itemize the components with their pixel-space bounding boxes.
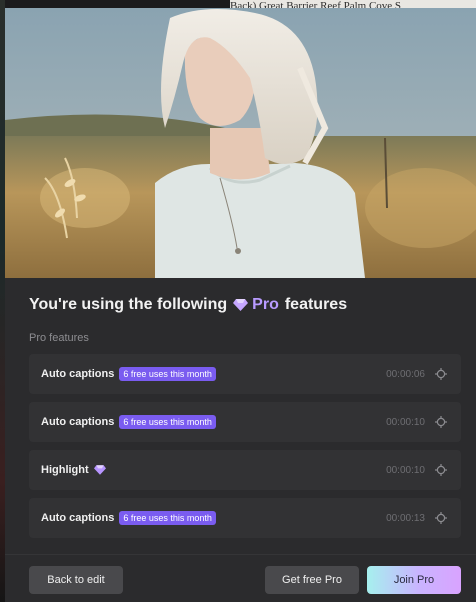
feature-label: Highlight [41,464,89,476]
feature-row: Auto captions 6 free uses this month 00:… [29,402,461,442]
join-pro-button[interactable]: Join Pro [367,566,461,594]
title-pro: Pro [252,296,279,313]
preview-image [5,8,476,278]
feature-timestamp: 00:00:06 [386,368,425,380]
dialog-title: You're using the following Pro features [29,296,347,314]
feature-row: Auto captions 6 free uses this month 00:… [29,498,461,538]
feature-label: Auto captions [41,368,115,380]
feature-timestamp: 00:00:10 [386,416,425,428]
portrait-illustration [5,8,476,278]
free-uses-badge: 6 free uses this month [119,511,216,525]
pro-features-dialog: You're using the following Pro features … [5,8,476,602]
back-to-edit-button[interactable]: Back to edit [29,566,123,594]
feature-timestamp: 00:00:10 [386,464,425,476]
get-free-pro-button[interactable]: Get free Pro [265,566,359,594]
title-suffix: features [284,296,348,313]
feature-row: Highlight 00:00:10 [29,450,461,490]
feature-row: Auto captions 6 free uses this month 00:… [29,354,461,394]
free-uses-badge: 6 free uses this month [119,367,216,381]
locate-icon[interactable] [435,416,447,428]
dialog-footer: Back to edit Get free Pro Join Pro [5,554,476,602]
feature-timestamp: 00:00:13 [386,512,425,524]
feature-label: Auto captions [41,512,115,524]
section-label: Pro features [29,332,89,344]
title-prefix: You're using the following [29,296,228,313]
feature-label: Auto captions [41,416,115,428]
free-uses-badge: 6 free uses this month [119,415,216,429]
diamond-gem-icon [93,465,106,475]
diamond-gem-icon [233,299,249,311]
locate-icon[interactable] [435,368,447,380]
locate-icon[interactable] [435,464,447,476]
locate-icon[interactable] [435,512,447,524]
pro-features-list: Auto captions 6 free uses this month 00:… [29,354,461,549]
